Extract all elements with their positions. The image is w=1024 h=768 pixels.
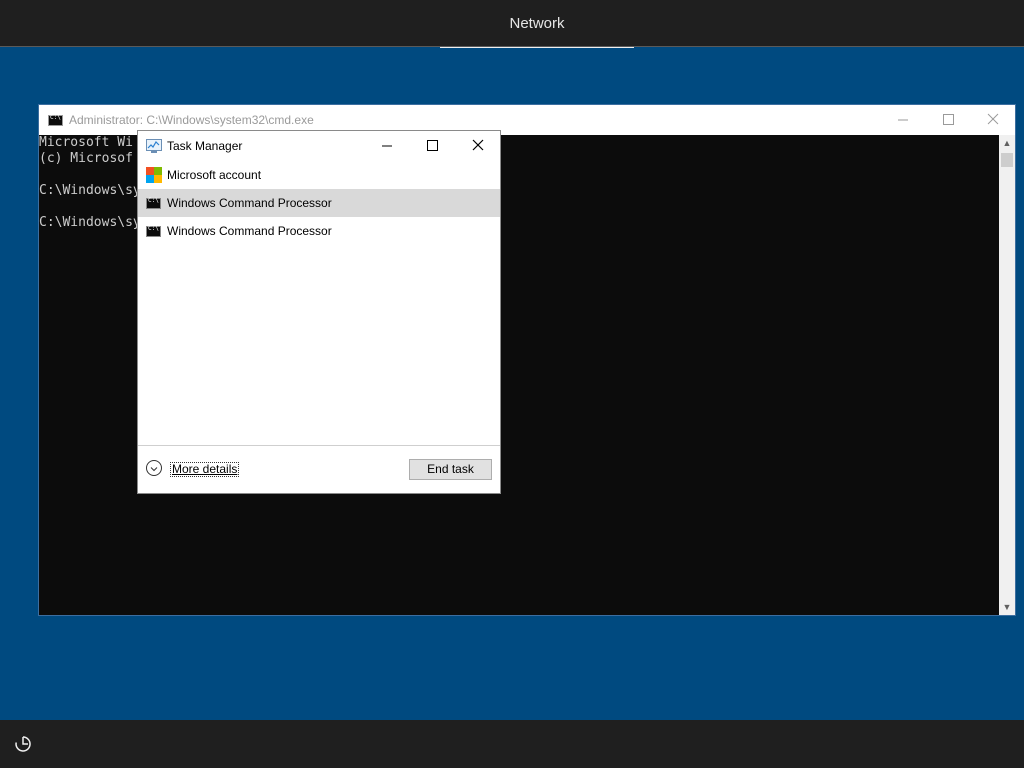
maximize-icon: [427, 140, 438, 151]
task-label: Microsoft account: [167, 168, 262, 182]
task-row-cmd[interactable]: Windows Command Processor: [138, 217, 500, 245]
end-task-button[interactable]: End task: [409, 459, 492, 480]
more-details-button[interactable]: More details: [146, 459, 246, 481]
bottom-bar: [0, 720, 1024, 768]
task-row-cmd-selected[interactable]: Windows Command Processor: [138, 189, 500, 217]
microsoft-logo-icon: [146, 167, 162, 183]
task-manager-footer: More details End task: [138, 446, 500, 493]
minimize-icon: [898, 119, 908, 121]
cmd-close-button[interactable]: [969, 105, 1015, 135]
task-list: Microsoft account Windows Command Proces…: [138, 161, 500, 245]
top-bar: Network: [0, 0, 1024, 48]
tab-network[interactable]: Network: [440, 0, 634, 48]
tm-close-button[interactable]: [454, 131, 500, 161]
cmd-icon: [146, 225, 161, 237]
task-manager-icon: [146, 139, 162, 153]
scroll-thumb[interactable]: [1001, 153, 1013, 167]
top-bar-divider: [0, 46, 1024, 47]
maximize-icon: [943, 114, 954, 125]
scroll-down-arrow-icon[interactable]: ▼: [999, 599, 1015, 615]
task-row-microsoft-account[interactable]: Microsoft account: [138, 161, 500, 189]
task-manager-title-bar[interactable]: Task Manager: [138, 131, 500, 161]
close-icon: [472, 139, 484, 151]
tm-maximize-button[interactable]: [409, 131, 455, 161]
cmd-minimize-button[interactable]: [879, 105, 925, 135]
tab-network-label: Network: [509, 15, 565, 32]
task-manager-window: Task Manager Microsoft account Windows C…: [137, 130, 501, 494]
chevron-down-icon: [150, 467, 158, 472]
minimize-icon: [382, 145, 392, 147]
task-label: Windows Command Processor: [167, 196, 332, 210]
task-manager-title: Task Manager: [167, 139, 243, 153]
cmd-app-icon: [48, 114, 63, 126]
close-icon: [987, 113, 999, 125]
scroll-up-arrow-icon[interactable]: ▲: [999, 135, 1015, 151]
more-details-label: More details: [170, 462, 240, 477]
cmd-scrollbar[interactable]: ▲ ▼: [999, 135, 1015, 615]
chevron-down-circle-icon: [146, 460, 162, 476]
cmd-icon-wrap: [146, 223, 162, 239]
cmd-maximize-button[interactable]: [925, 105, 971, 135]
ease-of-access-icon[interactable]: [12, 733, 34, 755]
tm-minimize-button[interactable]: [364, 131, 410, 161]
cmd-icon: [146, 197, 161, 209]
task-label: Windows Command Processor: [167, 224, 332, 238]
cmd-icon-wrap: [146, 195, 162, 211]
cmd-window-title: Administrator: C:\Windows\system32\cmd.e…: [69, 113, 314, 127]
